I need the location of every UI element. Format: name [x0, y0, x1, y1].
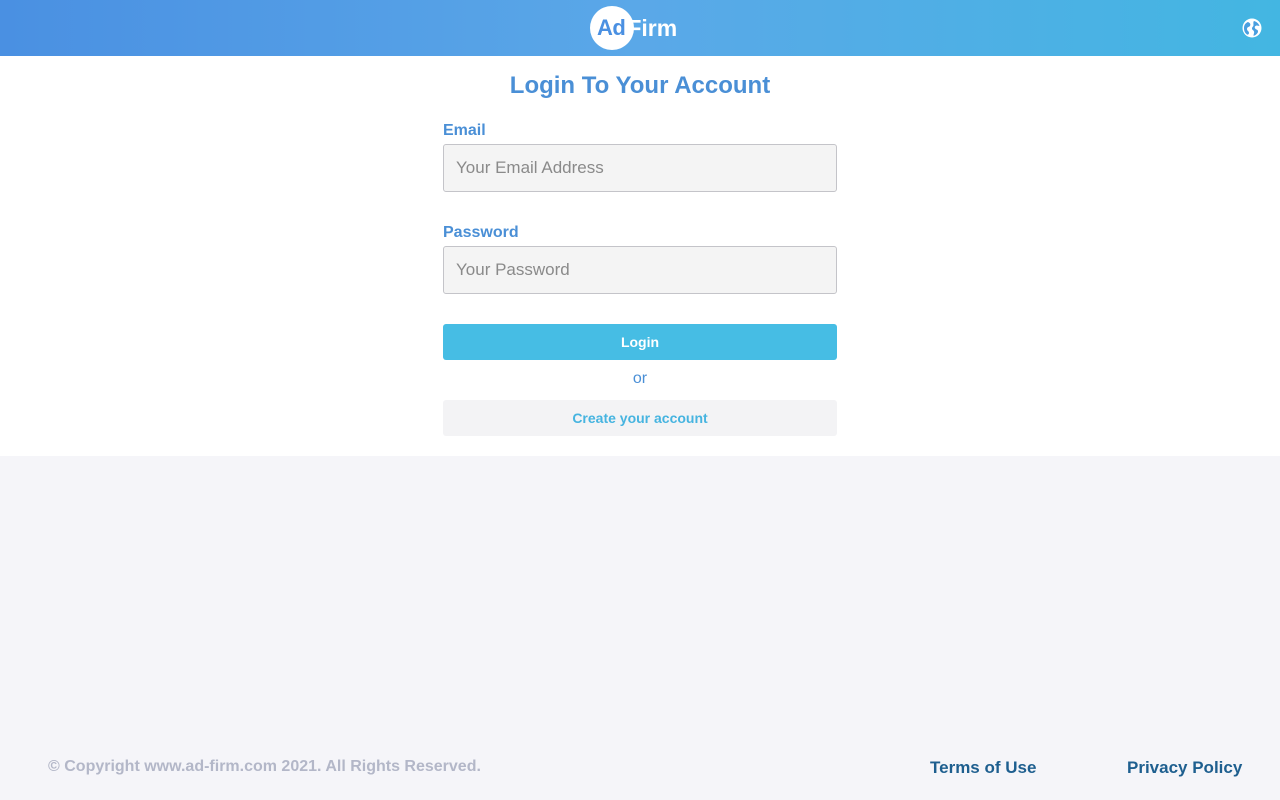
- email-label: Email: [443, 122, 486, 139]
- top-header: Ad Firm: [0, 0, 1280, 56]
- password-field[interactable]: [443, 246, 837, 294]
- login-panel: Login To Your Account Email Password Log…: [0, 56, 1280, 456]
- password-label: Password: [443, 224, 519, 241]
- email-field[interactable]: [443, 144, 837, 192]
- logo-ad-text: Ad: [597, 15, 626, 40]
- create-account-button[interactable]: Create your account: [443, 400, 837, 436]
- login-button[interactable]: Login: [443, 324, 837, 360]
- adfirm-logo[interactable]: Ad Firm: [590, 6, 677, 50]
- page-title: Login To Your Account: [509, 72, 771, 99]
- logo-firm-text: Firm: [627, 14, 678, 41]
- or-separator: or: [632, 370, 648, 387]
- terms-of-use-link[interactable]: Terms of Use: [930, 758, 1036, 778]
- globe-icon[interactable]: [1242, 18, 1262, 38]
- copyright-text: © Copyright www.ad-firm.com 2021. All Ri…: [48, 758, 481, 775]
- privacy-policy-link[interactable]: Privacy Policy: [1127, 758, 1242, 778]
